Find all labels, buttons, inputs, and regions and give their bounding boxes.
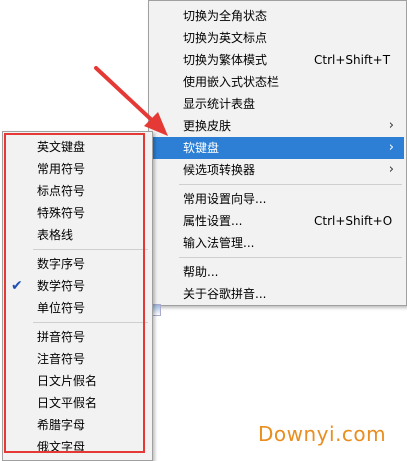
menu-item-stats-panel[interactable]: 显示统计表盘 bbox=[151, 93, 404, 115]
chevron-right-icon: › bbox=[388, 140, 394, 155]
submenu-item-cyrillic[interactable]: 俄文字母 bbox=[5, 436, 150, 458]
submenu-item-label: 注音符号 bbox=[37, 352, 86, 366]
menu-item-label: 软键盘 bbox=[183, 141, 220, 155]
submenu-item-label: 希腊字母 bbox=[37, 418, 86, 432]
submenu-item-label: 单位符号 bbox=[37, 301, 86, 315]
submenu-item-label: 数学符号 bbox=[37, 279, 86, 293]
submenu-item-numbered[interactable]: 数字序号 bbox=[5, 253, 150, 275]
menu-item-label: 更换皮肤 bbox=[183, 119, 232, 133]
menu-item-candidate-converter[interactable]: 候选项转换器 › bbox=[151, 159, 404, 181]
submenu-item-label: 日文平假名 bbox=[37, 396, 98, 410]
submenu-item-zhuyin-symbols[interactable]: 注音符号 bbox=[5, 348, 150, 370]
menu-item-shortcut: Ctrl+Shift+O bbox=[314, 214, 393, 228]
menu-item-label: 关于谷歌拼音... bbox=[183, 287, 267, 301]
submenu-item-special-symbols[interactable]: 特殊符号 bbox=[5, 202, 150, 224]
submenu-item-label: 英文键盘 bbox=[37, 140, 86, 154]
checkmark-icon: ✔ bbox=[11, 278, 23, 294]
menu-item-properties[interactable]: 属性设置... Ctrl+Shift+O bbox=[151, 210, 404, 232]
menu-item-label: 切换为英文标点 bbox=[183, 31, 268, 45]
menu-item-embedded-status[interactable]: 使用嵌入式状态栏 bbox=[151, 71, 404, 93]
menu-item-ime-management[interactable]: 输入法管理... bbox=[151, 232, 404, 254]
watermark-text: Downyi.com bbox=[258, 422, 387, 446]
submenu-item-label: 特殊符号 bbox=[37, 206, 86, 220]
menu-item-label: 切换为全角状态 bbox=[183, 9, 268, 23]
menu-item-english-punct[interactable]: 切换为英文标点 bbox=[151, 27, 404, 49]
context-menu: 切换为全角状态 切换为英文标点 切换为繁体模式 Ctrl+Shift+T 使用嵌… bbox=[148, 0, 407, 306]
menu-separator bbox=[179, 257, 402, 258]
menu-item-soft-keyboard[interactable]: 软键盘 › bbox=[151, 137, 404, 159]
submenu-item-punctuation[interactable]: 标点符号 bbox=[5, 180, 150, 202]
menu-item-label: 输入法管理... bbox=[183, 236, 255, 250]
submenu-item-label: 表格线 bbox=[37, 228, 74, 242]
soft-keyboard-submenu: 英文键盘 常用符号 标点符号 特殊符号 表格线 数字序号 ✔ 数学符号 单位符号… bbox=[2, 131, 153, 461]
submenu-item-label: 俄文字母 bbox=[37, 440, 86, 454]
menu-item-label: 使用嵌入式状态栏 bbox=[183, 75, 280, 89]
submenu-item-katakana[interactable]: 日文片假名 bbox=[5, 370, 150, 392]
menu-separator bbox=[33, 322, 148, 323]
submenu-item-hiragana[interactable]: 日文平假名 bbox=[5, 392, 150, 414]
menu-separator bbox=[179, 184, 402, 185]
submenu-item-math-symbols[interactable]: ✔ 数学符号 bbox=[5, 275, 150, 297]
menu-item-label: 帮助... bbox=[183, 265, 219, 279]
menu-item-label: 切换为繁体模式 bbox=[183, 53, 268, 67]
menu-item-setup-wizard[interactable]: 常用设置向导... bbox=[151, 188, 404, 210]
menu-item-help[interactable]: 帮助... bbox=[151, 261, 404, 283]
menu-item-shortcut: Ctrl+Shift+T bbox=[314, 53, 391, 67]
menu-item-label: 属性设置... bbox=[183, 214, 243, 228]
submenu-item-table-lines[interactable]: 表格线 bbox=[5, 224, 150, 246]
submenu-item-pinyin-symbols[interactable]: 拼音符号 bbox=[5, 326, 150, 348]
chevron-right-icon: › bbox=[388, 118, 394, 133]
submenu-item-label: 拼音符号 bbox=[37, 330, 86, 344]
menu-item-traditional[interactable]: 切换为繁体模式 Ctrl+Shift+T bbox=[151, 49, 404, 71]
submenu-item-label: 标点符号 bbox=[37, 184, 86, 198]
submenu-item-greek[interactable]: 希腊字母 bbox=[5, 414, 150, 436]
menu-separator bbox=[33, 249, 148, 250]
submenu-item-label: 日文片假名 bbox=[37, 374, 98, 388]
menu-item-change-skin[interactable]: 更换皮肤 › bbox=[151, 115, 404, 137]
submenu-item-label: 常用符号 bbox=[37, 162, 86, 176]
submenu-item-common-symbols[interactable]: 常用符号 bbox=[5, 158, 150, 180]
menu-item-label: 候选项转换器 bbox=[183, 163, 256, 177]
submenu-item-unit-symbols[interactable]: 单位符号 bbox=[5, 297, 150, 319]
submenu-item-english-keyboard[interactable]: 英文键盘 bbox=[5, 136, 150, 158]
chevron-right-icon: › bbox=[388, 162, 394, 177]
submenu-item-label: 数字序号 bbox=[37, 257, 86, 271]
menu-item-label: 常用设置向导... bbox=[183, 192, 267, 206]
menu-item-label: 显示统计表盘 bbox=[183, 97, 256, 111]
menu-item-about[interactable]: 关于谷歌拼音... bbox=[151, 283, 404, 305]
menu-item-fullwidth[interactable]: 切换为全角状态 bbox=[151, 5, 404, 27]
